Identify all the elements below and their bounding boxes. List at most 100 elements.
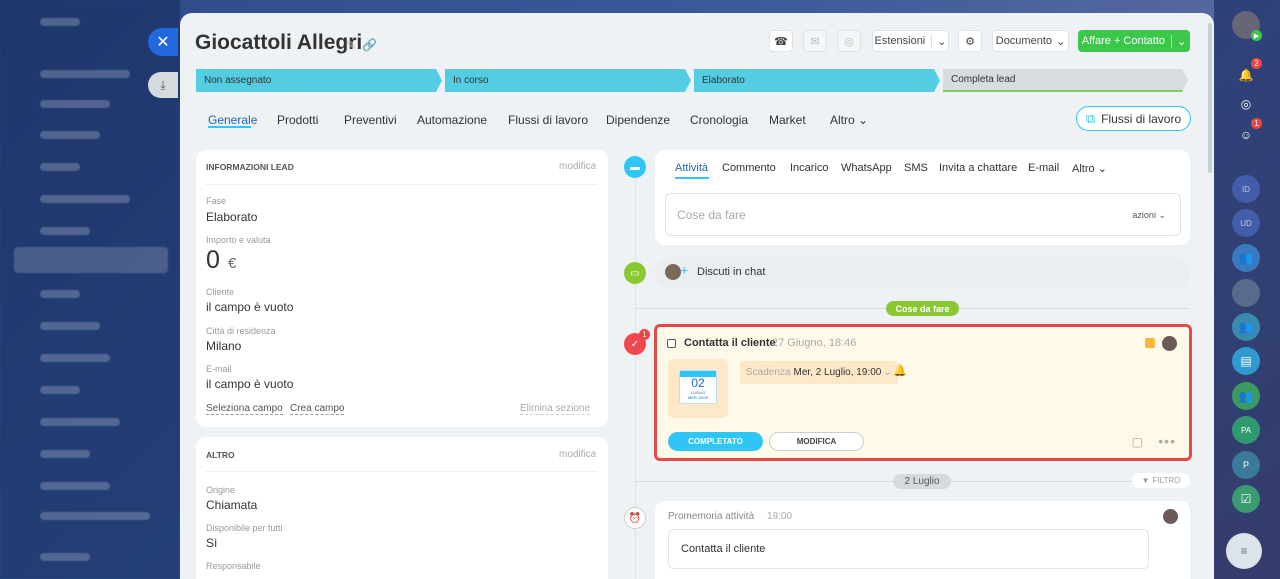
- tab-general[interactable]: Generale: [208, 113, 257, 127]
- group-icon[interactable]: 👥: [1232, 313, 1260, 341]
- divider: [206, 471, 598, 472]
- activity-tab-task[interactable]: Incarico: [790, 162, 829, 174]
- deadline-selector[interactable]: Scadenza Mer, 2 Luglio, 19:00 ⌄: [740, 361, 898, 384]
- activity-tab-more[interactable]: Altro ⌄: [1072, 162, 1107, 175]
- note-icon[interactable]: ▢: [1132, 435, 1143, 449]
- section-edit-link[interactable]: modifica: [559, 161, 596, 172]
- todo-input[interactable]: Cose da fare azioni ⌄: [665, 193, 1181, 236]
- field-value-source[interactable]: Chiamata: [206, 498, 257, 512]
- phone-button[interactable]: ☎: [769, 30, 793, 52]
- copilot-button[interactable]: ◎: [1232, 90, 1260, 118]
- field-value-client[interactable]: il campo è vuoto: [206, 300, 293, 314]
- activity-tab-email[interactable]: E-mail: [1028, 162, 1059, 174]
- messages-button[interactable]: ☺ 1: [1232, 118, 1262, 149]
- delete-section-link[interactable]: Elimina sezione: [520, 403, 591, 415]
- tab-automation[interactable]: Automazione: [417, 113, 487, 127]
- pin-slider-button[interactable]: ⤓: [148, 72, 178, 98]
- todo-title[interactable]: Contatta il cliente: [684, 337, 776, 349]
- contact-avatar[interactable]: ID: [1232, 175, 1260, 203]
- menu-button[interactable]: ≡: [1226, 533, 1262, 569]
- workflows-button[interactable]: ⧉ Flussi di lavoro: [1076, 106, 1191, 131]
- reminder-content[interactable]: Contatta il cliente: [668, 529, 1149, 569]
- field-value-amount[interactable]: 0: [206, 246, 220, 275]
- avatar[interactable]: ▶: [1232, 11, 1262, 41]
- field-value-city[interactable]: Milano: [206, 339, 241, 353]
- todo-checkbox[interactable]: [667, 339, 676, 348]
- avatar: [1162, 336, 1177, 351]
- contact-avatar[interactable]: P: [1232, 451, 1260, 479]
- workflow-icon: ⧉: [1085, 110, 1096, 126]
- close-slider-button[interactable]: ✕: [148, 28, 178, 56]
- avatar: [665, 264, 681, 280]
- field-value-email[interactable]: il campo è vuoto: [206, 377, 293, 391]
- section-title: INFORMAZIONI LEAD: [206, 162, 294, 172]
- active-tab-indicator: [675, 177, 709, 179]
- stage-complete-lead[interactable]: Completa lead: [943, 69, 1188, 92]
- chat-icon[interactable]: ▤: [1232, 347, 1260, 375]
- stage-processed[interactable]: Elaborato: [694, 69, 940, 92]
- select-field-link[interactable]: Seleziona campo: [206, 403, 283, 415]
- minimize-icon: ⤓: [160, 77, 166, 92]
- section-edit-link[interactable]: modifica: [559, 449, 596, 460]
- reminder-title: Promemoria attività: [668, 511, 755, 522]
- tasks-icon[interactable]: ☑: [1232, 485, 1260, 513]
- tab-more[interactable]: Altro ⌄: [830, 113, 868, 127]
- contact-avatar[interactable]: UD: [1232, 209, 1260, 237]
- activity-editor: Attività Commento Incarico WhatsApp SMS …: [655, 150, 1190, 245]
- tab-market[interactable]: Market: [769, 113, 806, 127]
- calendar-icon: 02 LUGLIO MER 19:00: [679, 370, 717, 404]
- avatar: [1163, 509, 1178, 524]
- close-icon: ✕: [156, 34, 170, 51]
- group-icon[interactable]: 👥: [1232, 244, 1260, 272]
- filter-button[interactable]: ▼ FILTRO: [1132, 473, 1190, 488]
- chevron-down-icon: ⌄: [931, 34, 946, 48]
- discuss-in-chat-bar[interactable]: + Discuti in chat: [655, 257, 1190, 289]
- chat-button[interactable]: ◎: [837, 30, 861, 52]
- field-value-available[interactable]: Sì: [206, 536, 217, 550]
- avatar[interactable]: [1232, 279, 1260, 307]
- discuss-label: Discuti in chat: [697, 266, 766, 278]
- document-button[interactable]: Documento ⌄: [992, 30, 1069, 52]
- activity-tab-invite-chat[interactable]: Invita a chattare: [939, 162, 1017, 174]
- create-field-link[interactable]: Crea campo: [290, 403, 345, 415]
- chat-icon: ☺: [1239, 128, 1253, 142]
- tab-quotes[interactable]: Preventivi: [344, 113, 397, 127]
- stage-not-assigned[interactable]: Non assegnato: [196, 69, 442, 92]
- tab-history[interactable]: Cronologia: [690, 113, 748, 127]
- scrollbar[interactable]: [1208, 23, 1212, 173]
- complete-button[interactable]: COMPLETATO: [668, 432, 763, 451]
- settings-button[interactable]: ⚙: [958, 30, 982, 52]
- todo-created-date: 27 Giugno, 18:46: [772, 337, 857, 349]
- add-deal-contact-button[interactable]: Affare + Contatto ⌄: [1078, 30, 1190, 52]
- todo-input-placeholder: Cose da fare: [677, 208, 746, 222]
- bell-icon[interactable]: 🔔: [893, 364, 907, 377]
- field-value-stage[interactable]: Elaborato: [206, 210, 257, 224]
- activity-tab-comment[interactable]: Commento: [722, 162, 776, 174]
- spiral-icon: ◎: [1240, 97, 1252, 111]
- alarm-clock-icon: ⏰: [624, 507, 646, 529]
- more-menu-icon[interactable]: •••: [1158, 433, 1176, 449]
- activity-tab-activity[interactable]: Attività: [675, 162, 708, 174]
- extensions-button[interactable]: Estensioni ⌄: [872, 30, 949, 52]
- mail-icon: ✉: [810, 35, 820, 48]
- contact-avatar[interactable]: PA: [1232, 416, 1260, 444]
- comment-icon: ▬: [624, 156, 646, 178]
- tab-workflows[interactable]: Flussi di lavoro: [508, 113, 588, 127]
- tab-dependencies[interactable]: Dipendenze: [606, 113, 670, 127]
- actions-dropdown[interactable]: azioni ⌄: [1132, 210, 1166, 221]
- lead-info-section: INFORMAZIONI LEAD modifica Fase Elaborat…: [196, 150, 608, 427]
- copy-link-icon[interactable]: 🔗: [362, 38, 377, 52]
- edit-button[interactable]: MODIFICA: [769, 432, 864, 451]
- tab-products[interactable]: Prodotti: [277, 113, 318, 127]
- chevron-down-icon: ⌄: [1097, 163, 1107, 175]
- todo-section-label: Cose da fare: [886, 301, 959, 316]
- stage-in-progress[interactable]: In corso: [445, 69, 691, 92]
- group-icon[interactable]: 👥: [1232, 382, 1260, 410]
- activity-tab-sms[interactable]: SMS: [904, 162, 928, 174]
- page-title: Giocattoli Allegri: [195, 31, 363, 54]
- color-tag-icon[interactable]: [1145, 338, 1155, 348]
- mail-button[interactable]: ✉: [803, 30, 827, 52]
- edit-title-icon[interactable]: ✎: [346, 38, 356, 52]
- activity-tab-whatsapp[interactable]: WhatsApp: [841, 162, 892, 174]
- notifications-button[interactable]: 🔔 2: [1232, 58, 1262, 89]
